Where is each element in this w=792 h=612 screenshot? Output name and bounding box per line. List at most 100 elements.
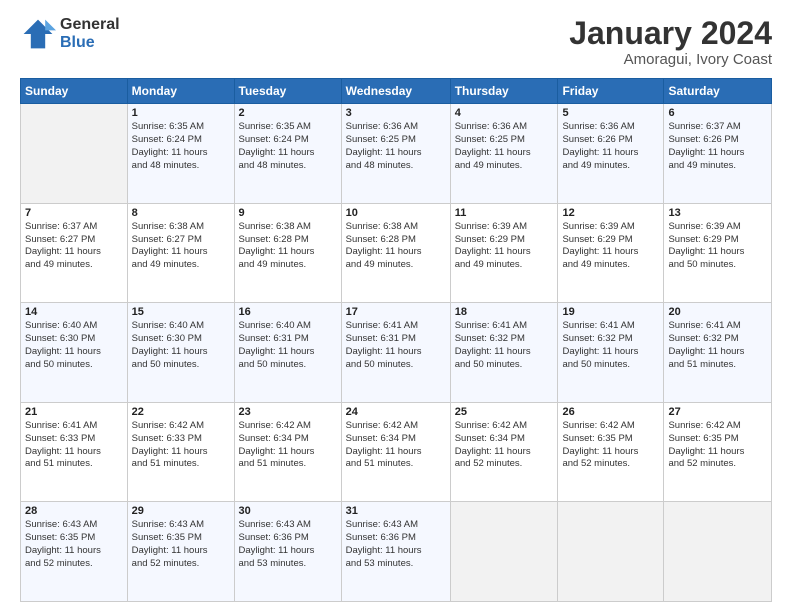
col-header-tuesday: Tuesday [234, 79, 341, 104]
calendar-cell: 15 Sunrise: 6:40 AM Sunset: 6:30 PM Dayli… [127, 303, 234, 403]
calendar-cell: 24Sunrise: 6:42 AM Sunset: 6:34 PM Dayli… [341, 402, 450, 502]
day-number: 23 [239, 406, 337, 418]
page: General Blue January 2024 Amoragui, Ivor… [0, 0, 792, 612]
calendar-cell [450, 502, 558, 602]
week-row-3: 14Sunrise: 6:40 AM Sunset: 6:30 PM Dayli… [21, 303, 772, 403]
day-number: 10 [346, 207, 446, 219]
day-number: 15 [132, 306, 230, 318]
col-header-thursday: Thursday [450, 79, 558, 104]
day-number: 26 [562, 406, 659, 418]
day-number: 18 [455, 306, 554, 318]
day-number: 27 [668, 406, 767, 418]
day-number: 12 [562, 207, 659, 219]
day-info: Sunrise: 6:43 AM Sunset: 6:36 PM Dayligh… [346, 519, 446, 570]
day-number: 11 [455, 207, 554, 219]
day-info: Sunrise: 6:40 AM Sunset: 6:31 PM Dayligh… [239, 320, 337, 371]
day-info: Sunrise: 6:43 AM Sunset: 6:35 PM Dayligh… [25, 519, 123, 570]
calendar-cell: 23 Sunrise: 6:42 AM Sunset: 6:34 PM Dayli… [234, 402, 341, 502]
calendar-cell: 22 Sunrise: 6:42 AM Sunset: 6:33 PM Dayli… [127, 402, 234, 502]
calendar-cell [664, 502, 772, 602]
calendar-cell: 11 Sunrise: 6:39 AM Sunset: 6:29 PM Dayli… [450, 203, 558, 303]
day-number: 6 [668, 107, 767, 119]
calendar-cell: 2 Sunrise: 6:35 AM Sunset: 6:24 PM Daylig… [234, 104, 341, 204]
calendar-cell: 12 Sunrise: 6:39 AM Sunset: 6:29 PM Dayli… [558, 203, 664, 303]
day-number: 30 [239, 505, 337, 517]
day-number: 4 [455, 107, 554, 119]
day-info: Sunrise: 6:43 AM Sunset: 6:36 PM Dayligh… [239, 519, 337, 570]
day-info: Sunrise: 6:42 AM Sunset: 6:35 PM Dayligh… [562, 420, 659, 471]
day-info: Sunrise: 6:41 AM Sunset: 6:32 PM Dayligh… [455, 320, 554, 371]
day-number: 13 [668, 207, 767, 219]
calendar-cell: 14Sunrise: 6:40 AM Sunset: 6:30 PM Dayli… [21, 303, 128, 403]
calendar-cell: 1 Sunrise: 6:35 AM Sunset: 6:24 PM Daylig… [127, 104, 234, 204]
calendar-cell: 26 Sunrise: 6:42 AM Sunset: 6:35 PM Dayli… [558, 402, 664, 502]
day-number: 8 [132, 207, 230, 219]
title-block: January 2024 Amoragui, Ivory Coast [569, 16, 772, 68]
calendar-cell: 29Sunrise: 6:43 AM Sunset: 6:35 PM Dayli… [127, 502, 234, 602]
calendar-cell: 3 Sunrise: 6:36 AM Sunset: 6:25 PM Daylig… [341, 104, 450, 204]
day-info: Sunrise: 6:36 AM Sunset: 6:26 PM Dayligh… [562, 121, 659, 172]
day-number: 1 [132, 107, 230, 119]
col-header-friday: Friday [558, 79, 664, 104]
calendar-cell: 7Sunrise: 6:37 AM Sunset: 6:27 PM Daylig… [21, 203, 128, 303]
day-info: Sunrise: 6:42 AM Sunset: 6:35 PM Dayligh… [668, 420, 767, 471]
day-number: 19 [562, 306, 659, 318]
day-info: Sunrise: 6:38 AM Sunset: 6:28 PM Dayligh… [239, 221, 337, 272]
col-header-saturday: Saturday [664, 79, 772, 104]
day-info: Sunrise: 6:41 AM Sunset: 6:32 PM Dayligh… [668, 320, 767, 371]
calendar-cell: 17 Sunrise: 6:41 AM Sunset: 6:31 PM Dayli… [341, 303, 450, 403]
logo-general-text: General [60, 16, 120, 34]
day-info: Sunrise: 6:37 AM Sunset: 6:27 PM Dayligh… [25, 221, 123, 272]
day-info: Sunrise: 6:40 AM Sunset: 6:30 PM Dayligh… [132, 320, 230, 371]
calendar-cell: 6 Sunrise: 6:37 AM Sunset: 6:26 PM Daylig… [664, 104, 772, 204]
day-info: Sunrise: 6:36 AM Sunset: 6:25 PM Dayligh… [346, 121, 446, 172]
day-info: Sunrise: 6:39 AM Sunset: 6:29 PM Dayligh… [668, 221, 767, 272]
day-info: Sunrise: 6:41 AM Sunset: 6:31 PM Dayligh… [346, 320, 446, 371]
day-info: Sunrise: 6:38 AM Sunset: 6:27 PM Dayligh… [132, 221, 230, 272]
day-number: 9 [239, 207, 337, 219]
main-title: January 2024 [569, 16, 772, 51]
calendar-cell: 20 Sunrise: 6:41 AM Sunset: 6:32 PM Dayli… [664, 303, 772, 403]
calendar-cell: 9 Sunrise: 6:38 AM Sunset: 6:28 PM Daylig… [234, 203, 341, 303]
day-info: Sunrise: 6:42 AM Sunset: 6:34 PM Dayligh… [239, 420, 337, 471]
day-number: 29 [132, 505, 230, 517]
day-info: Sunrise: 6:42 AM Sunset: 6:33 PM Dayligh… [132, 420, 230, 471]
week-row-5: 28Sunrise: 6:43 AM Sunset: 6:35 PM Dayli… [21, 502, 772, 602]
calendar-cell: 31 Sunrise: 6:43 AM Sunset: 6:36 PM Dayli… [341, 502, 450, 602]
day-number: 5 [562, 107, 659, 119]
day-info: Sunrise: 6:41 AM Sunset: 6:33 PM Dayligh… [25, 420, 123, 471]
day-number: 22 [132, 406, 230, 418]
day-info: Sunrise: 6:39 AM Sunset: 6:29 PM Dayligh… [455, 221, 554, 272]
day-info: Sunrise: 6:36 AM Sunset: 6:25 PM Dayligh… [455, 121, 554, 172]
day-number: 21 [25, 406, 123, 418]
day-info: Sunrise: 6:35 AM Sunset: 6:24 PM Dayligh… [239, 121, 337, 172]
day-number: 25 [455, 406, 554, 418]
calendar-cell: 10 Sunrise: 6:38 AM Sunset: 6:28 PM Dayli… [341, 203, 450, 303]
day-info: Sunrise: 6:39 AM Sunset: 6:29 PM Dayligh… [562, 221, 659, 272]
day-number: 24 [346, 406, 446, 418]
day-info: Sunrise: 6:42 AM Sunset: 6:34 PM Dayligh… [455, 420, 554, 471]
calendar-cell: 18 Sunrise: 6:41 AM Sunset: 6:32 PM Dayli… [450, 303, 558, 403]
logo-text: General Blue [60, 16, 120, 51]
week-row-2: 7Sunrise: 6:37 AM Sunset: 6:27 PM Daylig… [21, 203, 772, 303]
day-number: 20 [668, 306, 767, 318]
week-row-1: 1 Sunrise: 6:35 AM Sunset: 6:24 PM Daylig… [21, 104, 772, 204]
day-info: Sunrise: 6:41 AM Sunset: 6:32 PM Dayligh… [562, 320, 659, 371]
day-number: 31 [346, 505, 446, 517]
calendar-header-row: SundayMondayTuesdayWednesdayThursdayFrid… [21, 79, 772, 104]
calendar-cell: 27 Sunrise: 6:42 AM Sunset: 6:35 PM Dayli… [664, 402, 772, 502]
logo-blue-text: Blue [60, 34, 120, 52]
day-number: 16 [239, 306, 337, 318]
calendar-cell [558, 502, 664, 602]
day-number: 3 [346, 107, 446, 119]
calendar-table: SundayMondayTuesdayWednesdayThursdayFrid… [20, 78, 772, 602]
day-info: Sunrise: 6:35 AM Sunset: 6:24 PM Dayligh… [132, 121, 230, 172]
day-info: Sunrise: 6:37 AM Sunset: 6:26 PM Dayligh… [668, 121, 767, 172]
calendar-cell: 8 Sunrise: 6:38 AM Sunset: 6:27 PM Daylig… [127, 203, 234, 303]
logo: General Blue [20, 16, 120, 52]
header: General Blue January 2024 Amoragui, Ivor… [20, 16, 772, 68]
day-number: 2 [239, 107, 337, 119]
day-number: 17 [346, 306, 446, 318]
day-info: Sunrise: 6:38 AM Sunset: 6:28 PM Dayligh… [346, 221, 446, 272]
calendar-cell: 16 Sunrise: 6:40 AM Sunset: 6:31 PM Dayli… [234, 303, 341, 403]
